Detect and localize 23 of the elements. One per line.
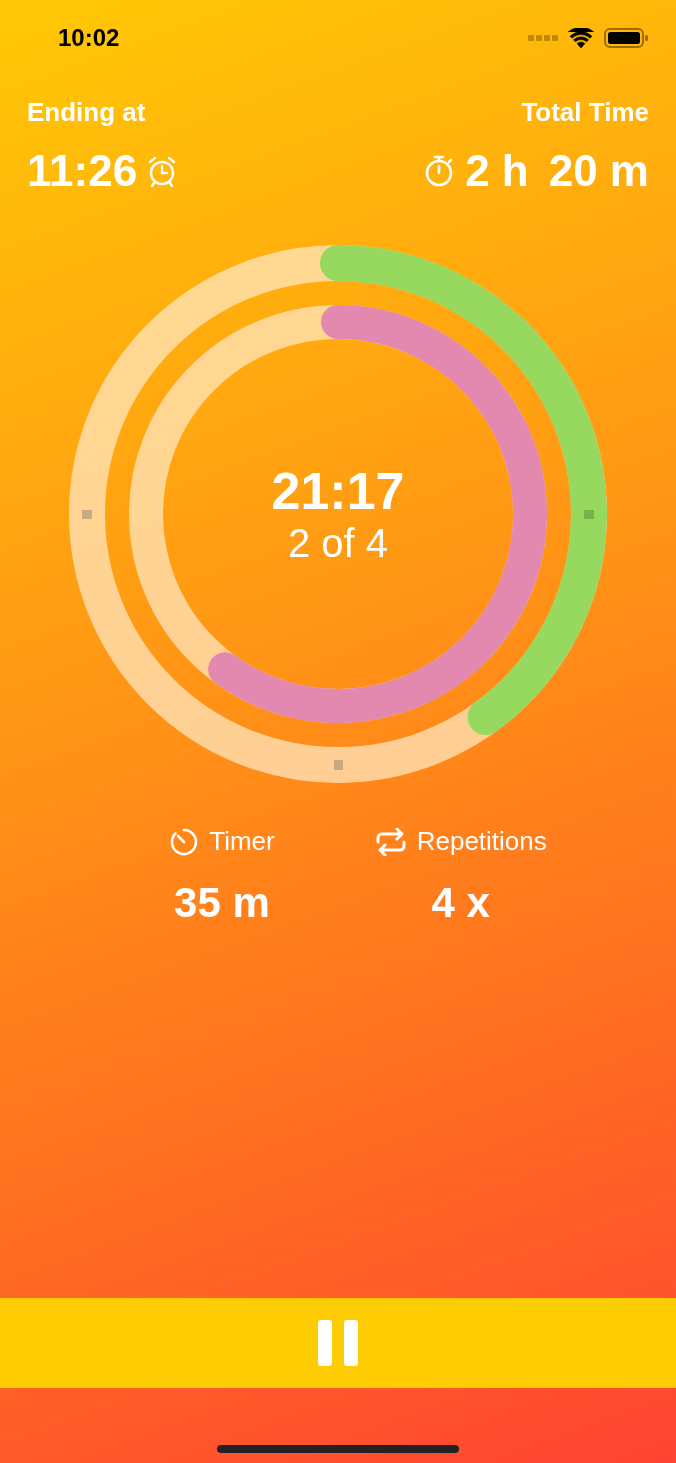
tick-mark	[584, 510, 594, 519]
timer-icon	[169, 826, 200, 857]
stat-value: 35 m	[174, 879, 270, 927]
signal-icon	[528, 33, 558, 42]
tick-mark	[334, 760, 343, 770]
battery-icon	[604, 27, 648, 48]
pause-icon	[318, 1320, 358, 1366]
status-time: 10:02	[58, 23, 120, 52]
round-counter: 2 of 4	[287, 520, 389, 565]
ending-time: 11:26	[27, 146, 138, 196]
pause-button[interactable]	[0, 1298, 676, 1388]
tick-mark	[82, 510, 92, 519]
alarm-clock-icon	[147, 155, 178, 187]
stat-value: 4 x	[431, 879, 490, 927]
total-minutes: 20 m	[548, 146, 649, 196]
stat-label: Repetitions	[416, 826, 547, 857]
total-time-label: Total Time	[521, 97, 649, 128]
ending-label: Ending at	[27, 97, 147, 128]
remaining-time: 21:17	[271, 463, 405, 521]
repeat-icon	[374, 827, 407, 856]
stat-label: Timer	[209, 826, 275, 857]
total-hours: 2 h	[465, 146, 529, 196]
wifi-icon	[568, 27, 594, 48]
